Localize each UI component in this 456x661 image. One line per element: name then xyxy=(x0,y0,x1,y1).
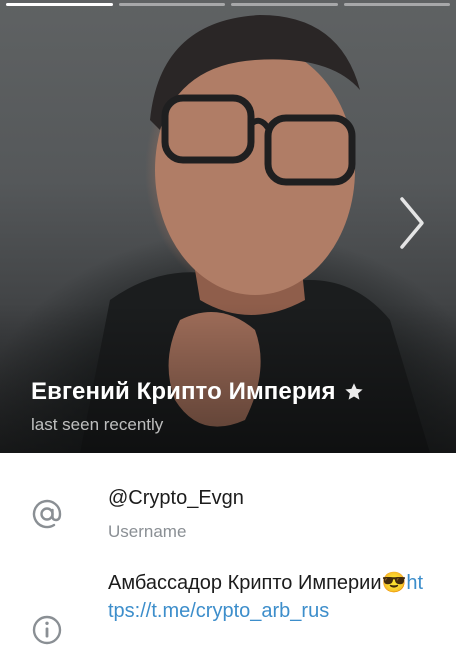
star-icon[interactable] xyxy=(343,381,365,403)
profile-info-section: @Crypto_Evgn Username Амбассадор Крипто … xyxy=(0,453,456,661)
at-sign-icon xyxy=(32,499,62,529)
username-value[interactable]: @Crypto_Evgn xyxy=(108,487,244,510)
story-bar xyxy=(118,3,225,6)
profile-photo[interactable]: Евгений Крипто Империя last seen recentl… xyxy=(0,0,456,453)
username-label: Username xyxy=(108,522,187,541)
profile-name-row: Евгений Крипто Империя xyxy=(31,378,365,406)
chevron-right-icon[interactable] xyxy=(392,193,432,253)
profile-name: Евгений Крипто Империя xyxy=(31,378,336,405)
info-icon xyxy=(32,615,62,645)
story-progress-bars xyxy=(6,3,450,6)
last-seen-status: last seen recently xyxy=(31,415,164,434)
story-bar xyxy=(6,3,113,6)
bio-text-content: Амбассадор Крипто Империи😎 xyxy=(108,572,407,594)
bio-text: Амбассадор Крипто Империи😎https://t.me/c… xyxy=(108,569,428,625)
story-bar xyxy=(343,3,450,6)
story-bar xyxy=(231,3,338,6)
